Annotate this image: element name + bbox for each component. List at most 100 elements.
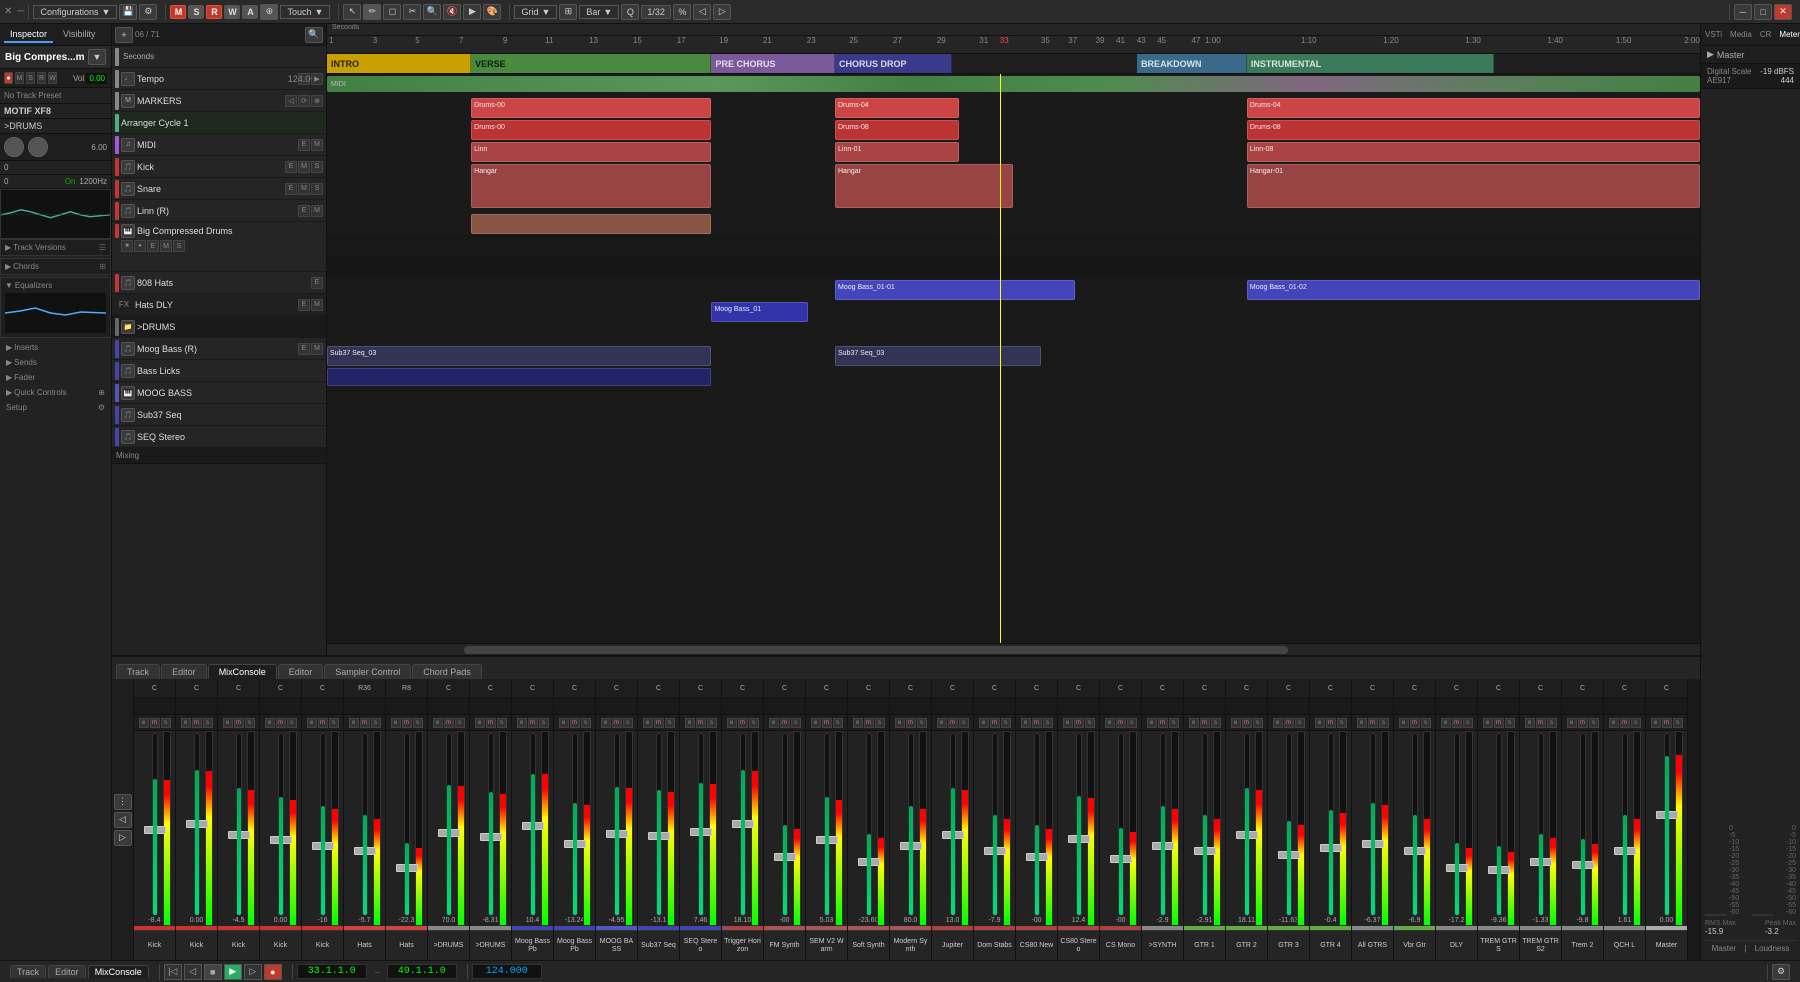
q-option1[interactable]: ◁ [693, 4, 711, 20]
ch-e-27[interactable]: e [1273, 718, 1283, 728]
color-tool[interactable]: 🎨 [483, 4, 501, 20]
clip-bass-licks[interactable]: Moog Bass_01 [711, 302, 807, 322]
arrange-moog-bass-row[interactable]: Moog Bass_01-01 Moog Bass_01-02 [327, 278, 1700, 300]
win-minimize-btn[interactable]: ─ [1734, 4, 1752, 20]
mix-tab-editor2[interactable]: Editor [278, 664, 324, 679]
r-tab-media[interactable]: Media [1726, 28, 1756, 41]
ch-e-33[interactable]: e [1525, 718, 1535, 728]
quick-controls-toggle[interactable]: ▶ Quick Controls ⊕ [4, 387, 107, 398]
big-comp-btn5[interactable]: S [173, 240, 185, 252]
ch-m-7[interactable]: m [444, 718, 454, 728]
ch-e-30[interactable]: e [1399, 718, 1409, 728]
ch-s-33[interactable]: s [1547, 718, 1557, 728]
fader-track-9[interactable] [530, 733, 536, 916]
tracks-scroll[interactable]: Seconds ♩ Tempo 124.000 ▶ [112, 46, 326, 655]
fader-track-30[interactable] [1412, 733, 1418, 916]
ch-s-7[interactable]: s [455, 718, 465, 728]
ch-m-17[interactable]: m [864, 718, 874, 728]
ch-s-13[interactable]: s [707, 718, 717, 728]
kick-m-btn[interactable]: M [298, 161, 310, 173]
timeline-scrollbar[interactable] [327, 643, 1700, 655]
ch-m-28[interactable]: m [1326, 718, 1336, 728]
ch-e-18[interactable]: e [895, 718, 905, 728]
config-save-btn[interactable]: 💾 [119, 4, 137, 20]
fader-track-22[interactable] [1076, 733, 1082, 916]
clip-sub37-01[interactable]: Sub37 Seq_03 [327, 346, 711, 366]
fader-track-10[interactable] [572, 733, 578, 916]
big-comp-btn2[interactable]: ● [134, 240, 146, 252]
bpm-display[interactable]: 124.000 [472, 964, 542, 979]
track-row-kick[interactable]: 🎵 Kick E M S [112, 156, 326, 178]
ch-e-20[interactable]: e [979, 718, 989, 728]
track-row-seconds[interactable]: Seconds [112, 46, 326, 68]
bottom-tab-track[interactable]: Track [10, 965, 46, 978]
track-row-tempo[interactable]: ♩ Tempo 124.000 ▶ [112, 68, 326, 90]
ch-s-18[interactable]: s [917, 718, 927, 728]
track-row-linn[interactable]: 🎵 Linn (R) E M [112, 200, 326, 222]
ch-m-14[interactable]: m [738, 718, 748, 728]
fader-track-15[interactable] [782, 733, 788, 916]
ch-s-36[interactable]: s [1673, 718, 1683, 728]
fader-track-16[interactable] [824, 733, 830, 916]
fader-track-5[interactable] [362, 733, 368, 916]
ch-s-0[interactable]: s [161, 718, 171, 728]
808hats-e-btn[interactable]: E [311, 277, 323, 289]
ch-s-1[interactable]: s [203, 718, 213, 728]
close-icon[interactable]: ✕ [4, 6, 12, 17]
ch-m-15[interactable]: m [780, 718, 790, 728]
ch-m-3[interactable]: m [276, 718, 286, 728]
mute-tool[interactable]: 🔇 [443, 4, 461, 20]
fader-track-19[interactable] [950, 733, 956, 916]
ch-e-3[interactable]: e [265, 718, 275, 728]
tempo-options[interactable]: 124.000 [298, 73, 310, 85]
ch-e-4[interactable]: e [307, 718, 317, 728]
ch-e-2[interactable]: e [223, 718, 233, 728]
eraser-tool[interactable]: ◻ [383, 4, 401, 20]
ch-e-26[interactable]: e [1231, 718, 1241, 728]
ch-m-1[interactable]: m [192, 718, 202, 728]
fader-track-26[interactable] [1244, 733, 1250, 916]
quantize-icon[interactable]: Q [621, 4, 639, 20]
ch-m-35[interactable]: m [1620, 718, 1630, 728]
midi-e-btn[interactable]: E [298, 139, 310, 151]
ch-m-33[interactable]: m [1536, 718, 1546, 728]
ch-m-30[interactable]: m [1410, 718, 1420, 728]
ch-s-30[interactable]: s [1421, 718, 1431, 728]
ch-s-25[interactable]: s [1211, 718, 1221, 728]
ch-m-25[interactable]: m [1200, 718, 1210, 728]
arrange-kick-row[interactable]: Drums-00 Drums-04 Drums-04 [327, 96, 1700, 118]
ch-m-5[interactable]: m [360, 718, 370, 728]
track-search-btn[interactable]: 🔍 [305, 27, 323, 43]
track-row-big-compressed[interactable]: 🎹 Big Compressed Drums ■ ● E M S [112, 222, 326, 272]
fader-track-31[interactable] [1454, 733, 1460, 916]
ch-m-6[interactable]: m [402, 718, 412, 728]
arrange-tracks-scroll[interactable]: MIDI Drums-00 Drums-04 Drums-04 Drums-00… [327, 74, 1700, 643]
fader-track-24[interactable] [1160, 733, 1166, 916]
chords-toggle[interactable]: ▶ Chords ⊞ [3, 261, 108, 272]
track-row-808hats[interactable]: 🎵 808 Hats E [112, 272, 326, 294]
config-options-btn[interactable]: ⚙ [139, 4, 157, 20]
arrange-seq-stereo-row[interactable] [327, 366, 1700, 388]
position-display-left[interactable]: 33.1.1.0 [297, 964, 367, 979]
ch-m-8[interactable]: m [486, 718, 496, 728]
r-tab-vsti[interactable]: VSTi [1701, 28, 1726, 41]
midi-m-btn[interactable]: M [311, 139, 323, 151]
arrange-midi-row[interactable]: MIDI [327, 74, 1700, 96]
ch-e-29[interactable]: e [1357, 718, 1367, 728]
ch-e-19[interactable]: e [937, 718, 947, 728]
mode-s-btn[interactable]: S [188, 5, 204, 19]
moog-bass-e-btn[interactable]: E [298, 343, 310, 355]
win-close-btn[interactable]: ✕ [1774, 4, 1792, 20]
ch-e-36[interactable]: e [1651, 718, 1661, 728]
fader-track-6[interactable] [404, 733, 410, 916]
ch-m-12[interactable]: m [654, 718, 664, 728]
inspector-eq-display[interactable] [0, 189, 111, 239]
transport-stop-btn[interactable]: ■ [204, 964, 222, 980]
win-maximize-btn[interactable]: □ [1754, 4, 1772, 20]
ch-s-23[interactable]: s [1127, 718, 1137, 728]
mix-tab-mixconsole[interactable]: MixConsole [208, 664, 277, 679]
ch-e-7[interactable]: e [433, 718, 443, 728]
touch-dropdown[interactable]: Touch ▼ [280, 5, 330, 19]
r-tab-meter[interactable]: Meter [1775, 28, 1800, 41]
mode-m-btn[interactable]: M [170, 5, 186, 19]
